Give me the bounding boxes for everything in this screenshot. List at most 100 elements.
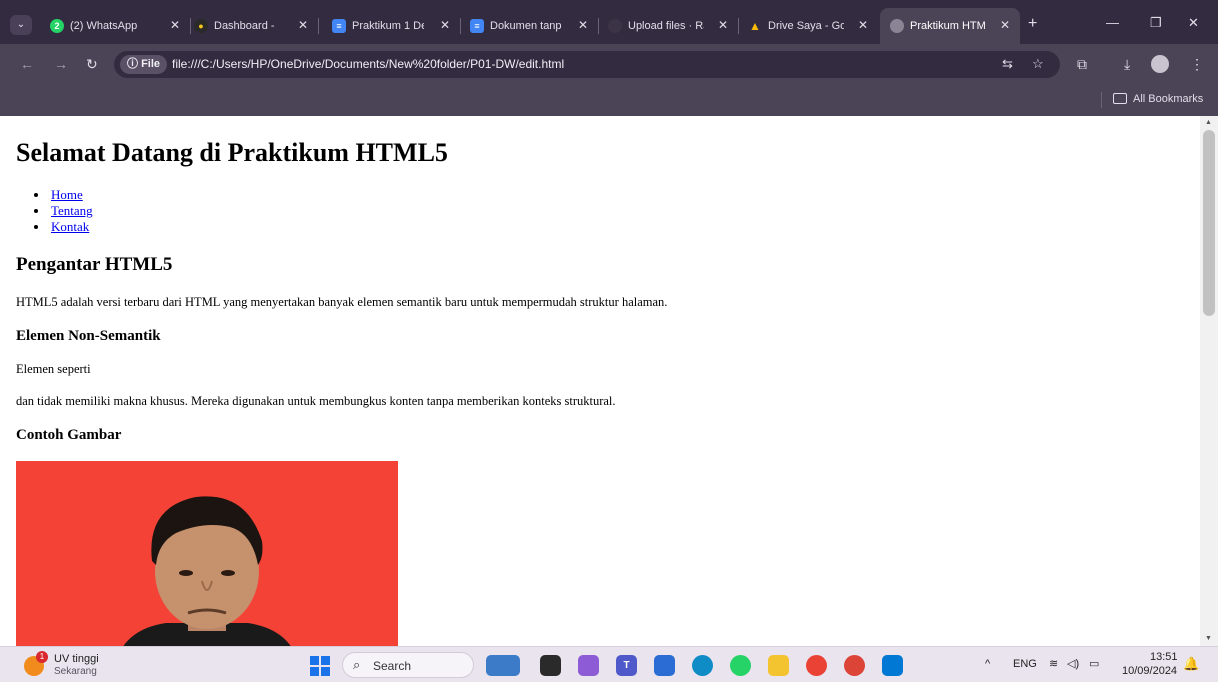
tab-drive[interactable]: ▲ Drive Saya - Goo ✕ <box>738 8 878 44</box>
close-icon[interactable]: ✕ <box>1000 18 1010 32</box>
clock-time[interactable]: 13:51 <box>1150 651 1178 664</box>
close-window-button[interactable]: ✕ <box>1188 16 1199 30</box>
site-info-label: File <box>141 58 161 70</box>
volume-icon[interactable]: ◁) <box>1067 658 1079 671</box>
restore-button[interactable]: ❐ <box>1150 16 1162 30</box>
scroll-down-arrow[interactable]: ▼ <box>1205 635 1212 643</box>
tab-whatsapp[interactable]: 2 (2) WhatsApp ✕ <box>40 8 191 44</box>
weather-badge: 1 <box>36 651 48 663</box>
file-explorer-icon[interactable] <box>768 655 789 676</box>
tab-dashboard[interactable]: ● Dashboard - NE ✕ <box>184 8 319 44</box>
language-indicator[interactable]: ENG <box>1013 658 1037 671</box>
tab-title: Upload files · Ra <box>628 20 704 32</box>
tab-upload-files[interactable]: Upload files · Ra ✕ <box>598 8 739 44</box>
tray-overflow-icon[interactable]: ^ <box>985 658 990 671</box>
site-info-chip[interactable]: ⓘ File <box>120 55 168 74</box>
start-button[interactable] <box>310 656 330 676</box>
bookmark-star-icon[interactable]: ☆ <box>1032 56 1044 72</box>
battery-icon[interactable]: ▭ <box>1089 658 1099 671</box>
github-icon <box>608 19 622 33</box>
nav-item-tentang: Tentang <box>16 203 93 219</box>
url-text[interactable]: file:///C:/Users/HP/OneDrive/Documents/N… <box>172 57 564 72</box>
close-icon[interactable]: ✕ <box>170 18 180 32</box>
tab-search-button[interactable]: ⌄ <box>10 15 32 35</box>
bookmarks-divider <box>1101 92 1102 108</box>
nav-item-home: Home <box>16 187 93 203</box>
browser-toolbar: ← → ↻ ⓘ File file:///C:/Users/HP/OneDriv… <box>0 44 1218 84</box>
copilot-icon[interactable] <box>578 655 599 676</box>
tab-dokumen[interactable]: ≡ Dokumen tanpa ✕ <box>460 8 599 44</box>
page-nav: Home Tentang Kontak <box>16 187 93 235</box>
section-heading-image: Contoh Gambar <box>16 427 122 443</box>
browser-tab-strip: ⌄ 2 (2) WhatsApp ✕ ● Dashboard - NE ✕ ≡ … <box>0 0 1218 44</box>
taskbar-search[interactable]: ⌕ Search <box>342 652 474 678</box>
tab-title: Drive Saya - Goo <box>768 20 844 32</box>
tab-praktikum-html[interactable]: Praktikum HTML ✕ <box>880 8 1020 44</box>
profile-avatar[interactable] <box>1151 55 1169 73</box>
menu-icon[interactable]: ⋮ <box>1190 56 1204 72</box>
close-icon[interactable]: ✕ <box>578 18 588 32</box>
profile-photo <box>16 461 398 646</box>
address-bar[interactable]: ⓘ File file:///C:/Users/HP/OneDrive/Docu… <box>114 51 1060 78</box>
close-icon[interactable]: ✕ <box>298 18 308 32</box>
weather-subtitle: Sekarang <box>54 666 97 677</box>
download-icon[interactable]: ⤓ <box>1124 56 1130 72</box>
tab-title: Praktikum 1 Des <box>352 20 424 32</box>
nav-link-home[interactable]: Home <box>51 187 83 202</box>
page-scrollbar[interactable]: ▲ ▼ <box>1200 116 1218 646</box>
portrait-illustration <box>16 461 398 646</box>
tab-title: Dashboard - NE <box>214 20 278 32</box>
store-icon[interactable] <box>654 655 675 676</box>
forward-button[interactable]: → <box>54 56 68 72</box>
tab-title: Praktikum HTML <box>910 20 986 32</box>
weather-title[interactable]: UV tinggi <box>54 653 99 666</box>
minimize-button[interactable]: — <box>1106 16 1119 30</box>
scroll-thumb[interactable] <box>1203 130 1215 316</box>
close-icon[interactable]: ✕ <box>718 18 728 32</box>
wifi-icon[interactable]: ≋ <box>1049 658 1058 671</box>
intro-paragraph: HTML5 adalah versi terbaru dari HTML yan… <box>16 295 668 309</box>
chrome-icon[interactable] <box>806 655 827 676</box>
docs-icon: ≡ <box>332 19 346 33</box>
globe-icon <box>890 19 904 33</box>
search-icon: ⌕ <box>353 657 361 672</box>
task-view-icon[interactable] <box>540 655 561 676</box>
nav-link-tentang[interactable]: Tentang <box>51 203 93 218</box>
windows-logo-pane <box>321 667 330 676</box>
nav-link-kontak[interactable]: Kontak <box>51 219 89 234</box>
tab-praktikum-1[interactable]: ≡ Praktikum 1 Des ✕ <box>322 8 461 44</box>
vscode-icon[interactable] <box>882 655 903 676</box>
teams-icon[interactable]: T <box>616 655 637 676</box>
reload-button[interactable]: ↻ <box>86 56 98 72</box>
scroll-up-arrow[interactable]: ▲ <box>1205 119 1212 127</box>
tab-title: (2) WhatsApp <box>70 20 138 32</box>
section-heading-intro: Pengantar HTML5 <box>16 254 173 275</box>
clock-date[interactable]: 10/09/2024 <box>1122 665 1177 678</box>
elements-paragraph: Elemen seperti <box>16 362 91 376</box>
all-bookmarks-button[interactable]: All Bookmarks <box>1133 92 1203 107</box>
search-label: Search <box>373 659 412 673</box>
page-viewport: Selamat Datang di Praktikum HTML5 Home T… <box>0 116 1200 646</box>
folder-icon <box>1113 93 1127 104</box>
widgets-icon[interactable] <box>486 655 520 676</box>
new-tab-button[interactable]: + <box>1028 16 1037 32</box>
whatsapp-icon: 2 <box>50 19 64 33</box>
chrome-profile-icon[interactable] <box>844 655 865 676</box>
drive-icon: ▲ <box>749 19 761 33</box>
windows-taskbar: 1 UV tinggi Sekarang ⌕ Search T ^ ENG ≋ … <box>0 646 1218 682</box>
edge-icon[interactable] <box>692 655 713 676</box>
whatsapp-icon[interactable] <box>730 655 751 676</box>
translate-icon[interactable]: ⇆ <box>1002 56 1013 72</box>
section-heading-nonsemantic: Elemen Non-Semantik <box>16 328 161 344</box>
notification-bell-icon[interactable]: 🔔 <box>1183 657 1199 671</box>
close-icon[interactable]: ✕ <box>440 18 450 32</box>
extensions-icon[interactable]: ⧉ <box>1077 56 1087 72</box>
nav-item-kontak: Kontak <box>16 219 93 235</box>
tab-divider <box>318 18 319 34</box>
description-paragraph: dan tidak memiliki makna khusus. Mereka … <box>16 394 616 408</box>
close-icon[interactable]: ✕ <box>858 18 868 32</box>
tab-title: Dokumen tanpa <box>490 20 562 32</box>
bookmarks-bar: All Bookmarks <box>0 84 1218 116</box>
windows-logo-pane <box>310 656 319 665</box>
back-button[interactable]: ← <box>20 56 34 72</box>
